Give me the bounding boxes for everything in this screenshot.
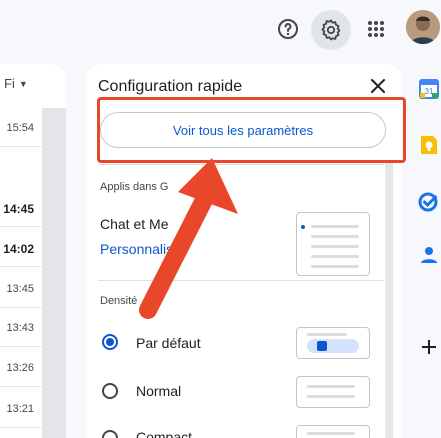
row-separator (0, 307, 42, 308)
mail-time: 14:02 (3, 242, 34, 256)
customize-link[interactable]: Personnaliser (100, 241, 186, 257)
highlight-box (97, 97, 406, 163)
density-default-label[interactable]: Par défaut (136, 335, 201, 351)
help-button[interactable] (270, 11, 306, 47)
row-separator (0, 226, 42, 227)
density-default-thumbnail (296, 327, 370, 359)
row-separator (0, 386, 42, 387)
tasks-icon (418, 192, 438, 212)
mail-time: 15:54 (6, 122, 34, 134)
thumb-line (307, 385, 355, 388)
svg-text:31: 31 (425, 87, 434, 96)
calendar-app-button[interactable]: 31 (418, 78, 440, 100)
thumb-line (311, 245, 359, 248)
thumb-chip (307, 339, 359, 353)
apps-section-title: Applis dans G (100, 181, 169, 193)
close-icon (371, 79, 385, 93)
thumb-line (311, 225, 359, 228)
dot (301, 225, 305, 229)
row-separator (0, 346, 42, 347)
tasks-app-button[interactable] (418, 190, 440, 212)
mail-time: 13:43 (6, 322, 34, 334)
mail-time: 14:45 (3, 202, 34, 216)
density-compact-radio[interactable] (102, 430, 118, 438)
settings-button[interactable] (311, 10, 351, 50)
density-normal-thumbnail (296, 376, 370, 408)
thumb-line (311, 235, 359, 238)
chat-layout-thumbnail (296, 212, 370, 276)
density-default-radio[interactable] (102, 334, 118, 350)
settings-gear-icon (321, 19, 341, 41)
avatar-image (406, 10, 440, 44)
panel-scrollbar[interactable] (385, 160, 393, 438)
document-icon (317, 341, 327, 351)
divider (98, 280, 384, 281)
mail-time: 13:21 (6, 403, 34, 415)
contacts-app-button[interactable] (418, 244, 440, 266)
chat-meet-label: Chat et Me (100, 216, 169, 232)
help-icon (278, 19, 298, 39)
density-normal-radio[interactable] (102, 383, 118, 399)
thumb-line (307, 432, 355, 435)
filter-label: Fi (4, 76, 15, 91)
caret-down-icon: ▼ (18, 79, 28, 89)
density-normal-label[interactable]: Normal (136, 383, 181, 399)
mail-time: 13:45 (6, 283, 34, 295)
thumb-line (307, 333, 347, 336)
account-avatar[interactable] (406, 10, 440, 44)
calendar-icon: 31 (419, 79, 439, 99)
close-button[interactable] (368, 76, 388, 96)
mail-list-scrollbar[interactable] (42, 108, 66, 438)
plus-icon (422, 340, 436, 354)
keep-icon (421, 136, 437, 154)
mail-time: 13:26 (6, 362, 34, 374)
apps-button[interactable] (358, 11, 394, 47)
thumb-line (311, 265, 359, 268)
thumb-line (311, 255, 359, 258)
density-compact-thumbnail (296, 425, 370, 438)
divider (98, 164, 384, 165)
apps-grid-icon (368, 21, 384, 37)
keep-app-button[interactable] (418, 134, 440, 156)
density-section-title: Densité (100, 295, 138, 307)
row-separator (0, 146, 42, 147)
density-compact-label[interactable]: Compact (136, 429, 192, 438)
contacts-icon (421, 247, 437, 263)
row-separator (0, 427, 42, 428)
panel-title: Configuration rapide (98, 78, 243, 95)
add-app-button[interactable] (418, 336, 440, 358)
thumb-line (307, 395, 355, 398)
row-separator (0, 266, 42, 267)
filter-dropdown[interactable]: Fi ▼ (4, 76, 28, 91)
